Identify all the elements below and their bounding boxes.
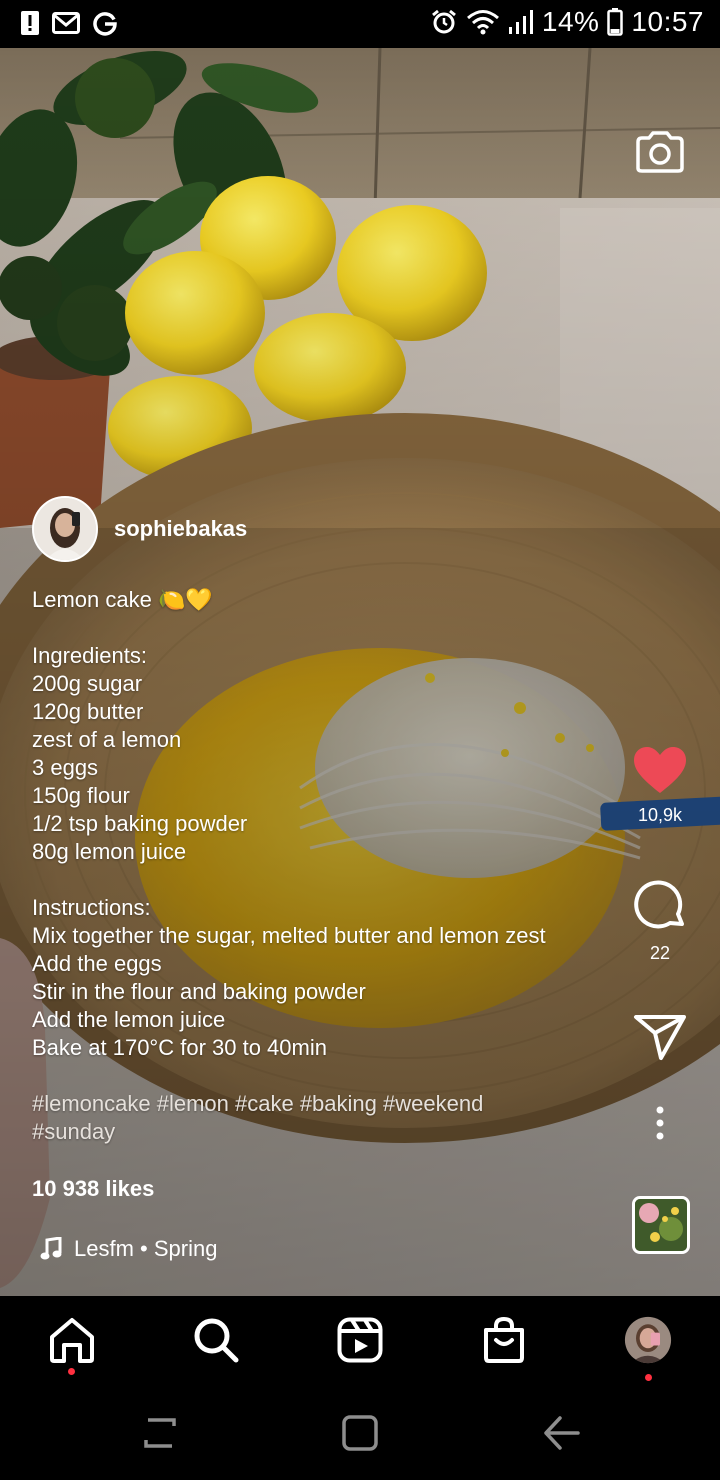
author-row: sophiebakas: [32, 496, 247, 562]
author-username[interactable]: sophiebakas: [114, 516, 247, 542]
send-icon: [634, 1015, 686, 1060]
instagram-reel-screen: 14% 10:57 sophiebakas Lemon cake 🍋💛 Ingr…: [0, 0, 720, 1480]
search-icon: [194, 1318, 239, 1363]
recent-apps-icon: [144, 1418, 176, 1448]
home-square-icon: [342, 1415, 378, 1451]
profile-avatar: [624, 1316, 672, 1364]
more-vertical-icon: [656, 1106, 664, 1140]
profile-notification-dot: [645, 1374, 652, 1381]
battery-icon: [607, 8, 624, 36]
camera-icon: [636, 131, 684, 173]
instruction-step: Add the eggs: [32, 951, 162, 976]
home-system-button[interactable]: [341, 1414, 379, 1457]
nav-profile[interactable]: [624, 1316, 672, 1364]
comment-icon: [634, 880, 684, 929]
author-avatar[interactable]: [32, 496, 98, 562]
ingredient-item: zest of a lemon: [32, 727, 182, 752]
status-right-icons: 14% 10:57: [430, 6, 704, 38]
ingredient-item: 120g butter: [32, 699, 144, 724]
signal-icon: [508, 9, 534, 35]
heart-icon: [634, 747, 686, 793]
alarm-icon: [430, 8, 458, 36]
comment-count: 22: [649, 943, 671, 963]
status-left-icons: [20, 10, 118, 36]
nav-search[interactable]: [192, 1316, 240, 1364]
likes-count[interactable]: 10 938 likes: [32, 1176, 154, 1202]
clock: 10:57: [631, 6, 704, 37]
audio-track-name: Lesfm • Spring: [74, 1236, 218, 1261]
instruction-step: Bake at 170°C for 30 to 40min: [32, 1035, 327, 1060]
home-notification-dot: [68, 1368, 75, 1375]
ingredient-item: 1/2 tsp baking powder: [32, 811, 248, 836]
nav-shop[interactable]: [480, 1316, 528, 1364]
system-navigation-bar: [0, 1386, 720, 1480]
ingredient-item: 3 eggs: [32, 755, 99, 780]
share-button[interactable]: [626, 1013, 694, 1061]
audio-thumbnail[interactable]: [632, 1196, 690, 1254]
instruction-step: Stir in the flour and baking powder: [32, 979, 366, 1004]
like-count: 10,9k: [637, 805, 683, 825]
bottom-navigation: [0, 1296, 720, 1386]
caption[interactable]: Lemon cake 🍋💛 Ingredients: 200g sugar 12…: [32, 586, 622, 1146]
comment-button[interactable]: 22: [626, 877, 694, 964]
instruction-step: Mix together the sugar, melted butter an…: [32, 923, 546, 948]
ingredient-item: 200g sugar: [32, 671, 143, 696]
audio-label[interactable]: Lesfm • Spring: [40, 1236, 217, 1262]
battery-percentage: 14%: [541, 6, 600, 37]
caption-title: Lemon cake 🍋💛: [32, 587, 213, 612]
more-options-button[interactable]: [626, 1105, 694, 1141]
music-note-icon: [40, 1237, 62, 1260]
shop-icon: [484, 1316, 524, 1363]
ingredient-item: 80g lemon juice: [32, 839, 187, 864]
instructions-heading: Instructions:: [32, 895, 151, 920]
nav-home[interactable]: [48, 1316, 96, 1364]
wifi-icon: [466, 8, 500, 36]
nav-reels[interactable]: [336, 1316, 384, 1364]
hashtags[interactable]: #lemoncake #lemon #cake #baking #weekend: [32, 1090, 622, 1118]
google-icon: [92, 10, 118, 36]
hashtags[interactable]: #sunday: [32, 1118, 622, 1146]
reels-icon: [337, 1317, 383, 1363]
recent-apps-button[interactable]: [140, 1414, 180, 1457]
like-button[interactable]: 10,9k: [626, 745, 694, 826]
ingredients-heading: Ingredients:: [32, 643, 147, 668]
status-bar: 14% 10:57: [0, 0, 720, 48]
back-arrow-icon: [544, 1416, 580, 1450]
gmail-icon: [52, 12, 80, 34]
ingredient-item: 150g flour: [32, 783, 130, 808]
back-button[interactable]: [542, 1414, 582, 1457]
home-icon: [50, 1318, 94, 1363]
instruction-step: Add the lemon juice: [32, 1007, 226, 1032]
alert-icon: [20, 10, 40, 36]
camera-button[interactable]: [634, 130, 686, 174]
